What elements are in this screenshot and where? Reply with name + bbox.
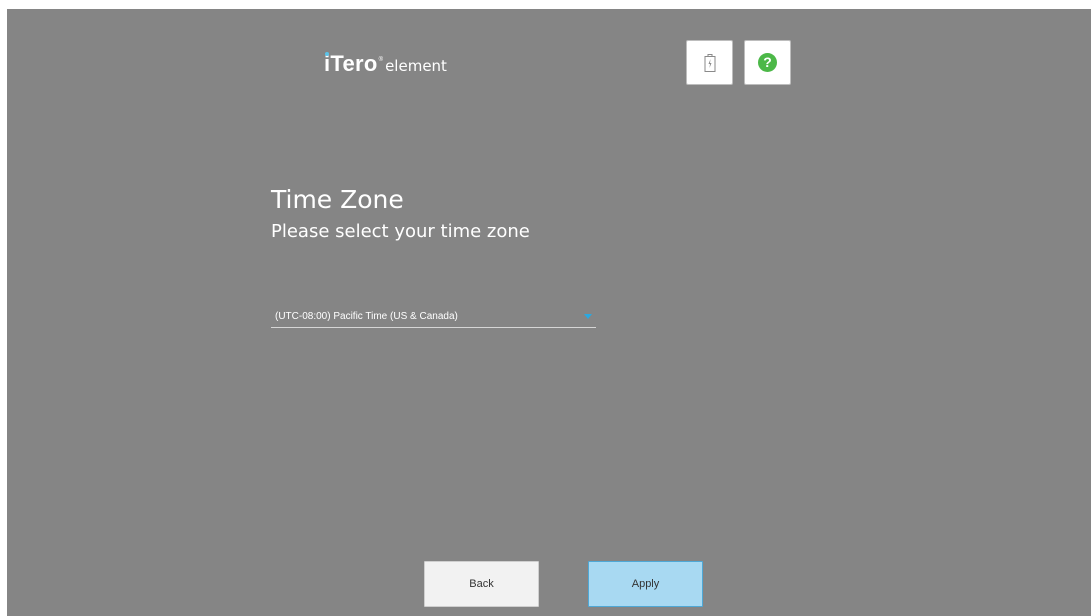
itero-logo: iTero ® element: [324, 51, 447, 81]
apply-button[interactable]: Apply: [588, 561, 703, 607]
setup-screen: iTero ® element ? Time Zone Please selec…: [7, 9, 1091, 616]
battery-button[interactable]: [686, 40, 733, 85]
timezone-select-value: (UTC-08:00) Pacific Time (US & Canada): [275, 311, 458, 322]
back-button[interactable]: Back: [424, 561, 539, 607]
logo-dot: [325, 52, 329, 56]
help-button[interactable]: ?: [744, 40, 791, 85]
page-subtitle: Please select your time zone: [271, 221, 530, 242]
logo-brand-text: iTero: [324, 51, 378, 76]
page-title: Time Zone: [271, 185, 404, 214]
logo-registered-mark: ®: [378, 57, 384, 63]
logo-subtitle: element: [385, 57, 447, 75]
help-icon: ?: [758, 53, 777, 72]
chevron-down-icon: [584, 314, 592, 319]
battery-charging-icon: [704, 53, 715, 72]
timezone-select[interactable]: (UTC-08:00) Pacific Time (US & Canada): [271, 309, 596, 328]
logo-brand: iTero: [324, 51, 378, 77]
